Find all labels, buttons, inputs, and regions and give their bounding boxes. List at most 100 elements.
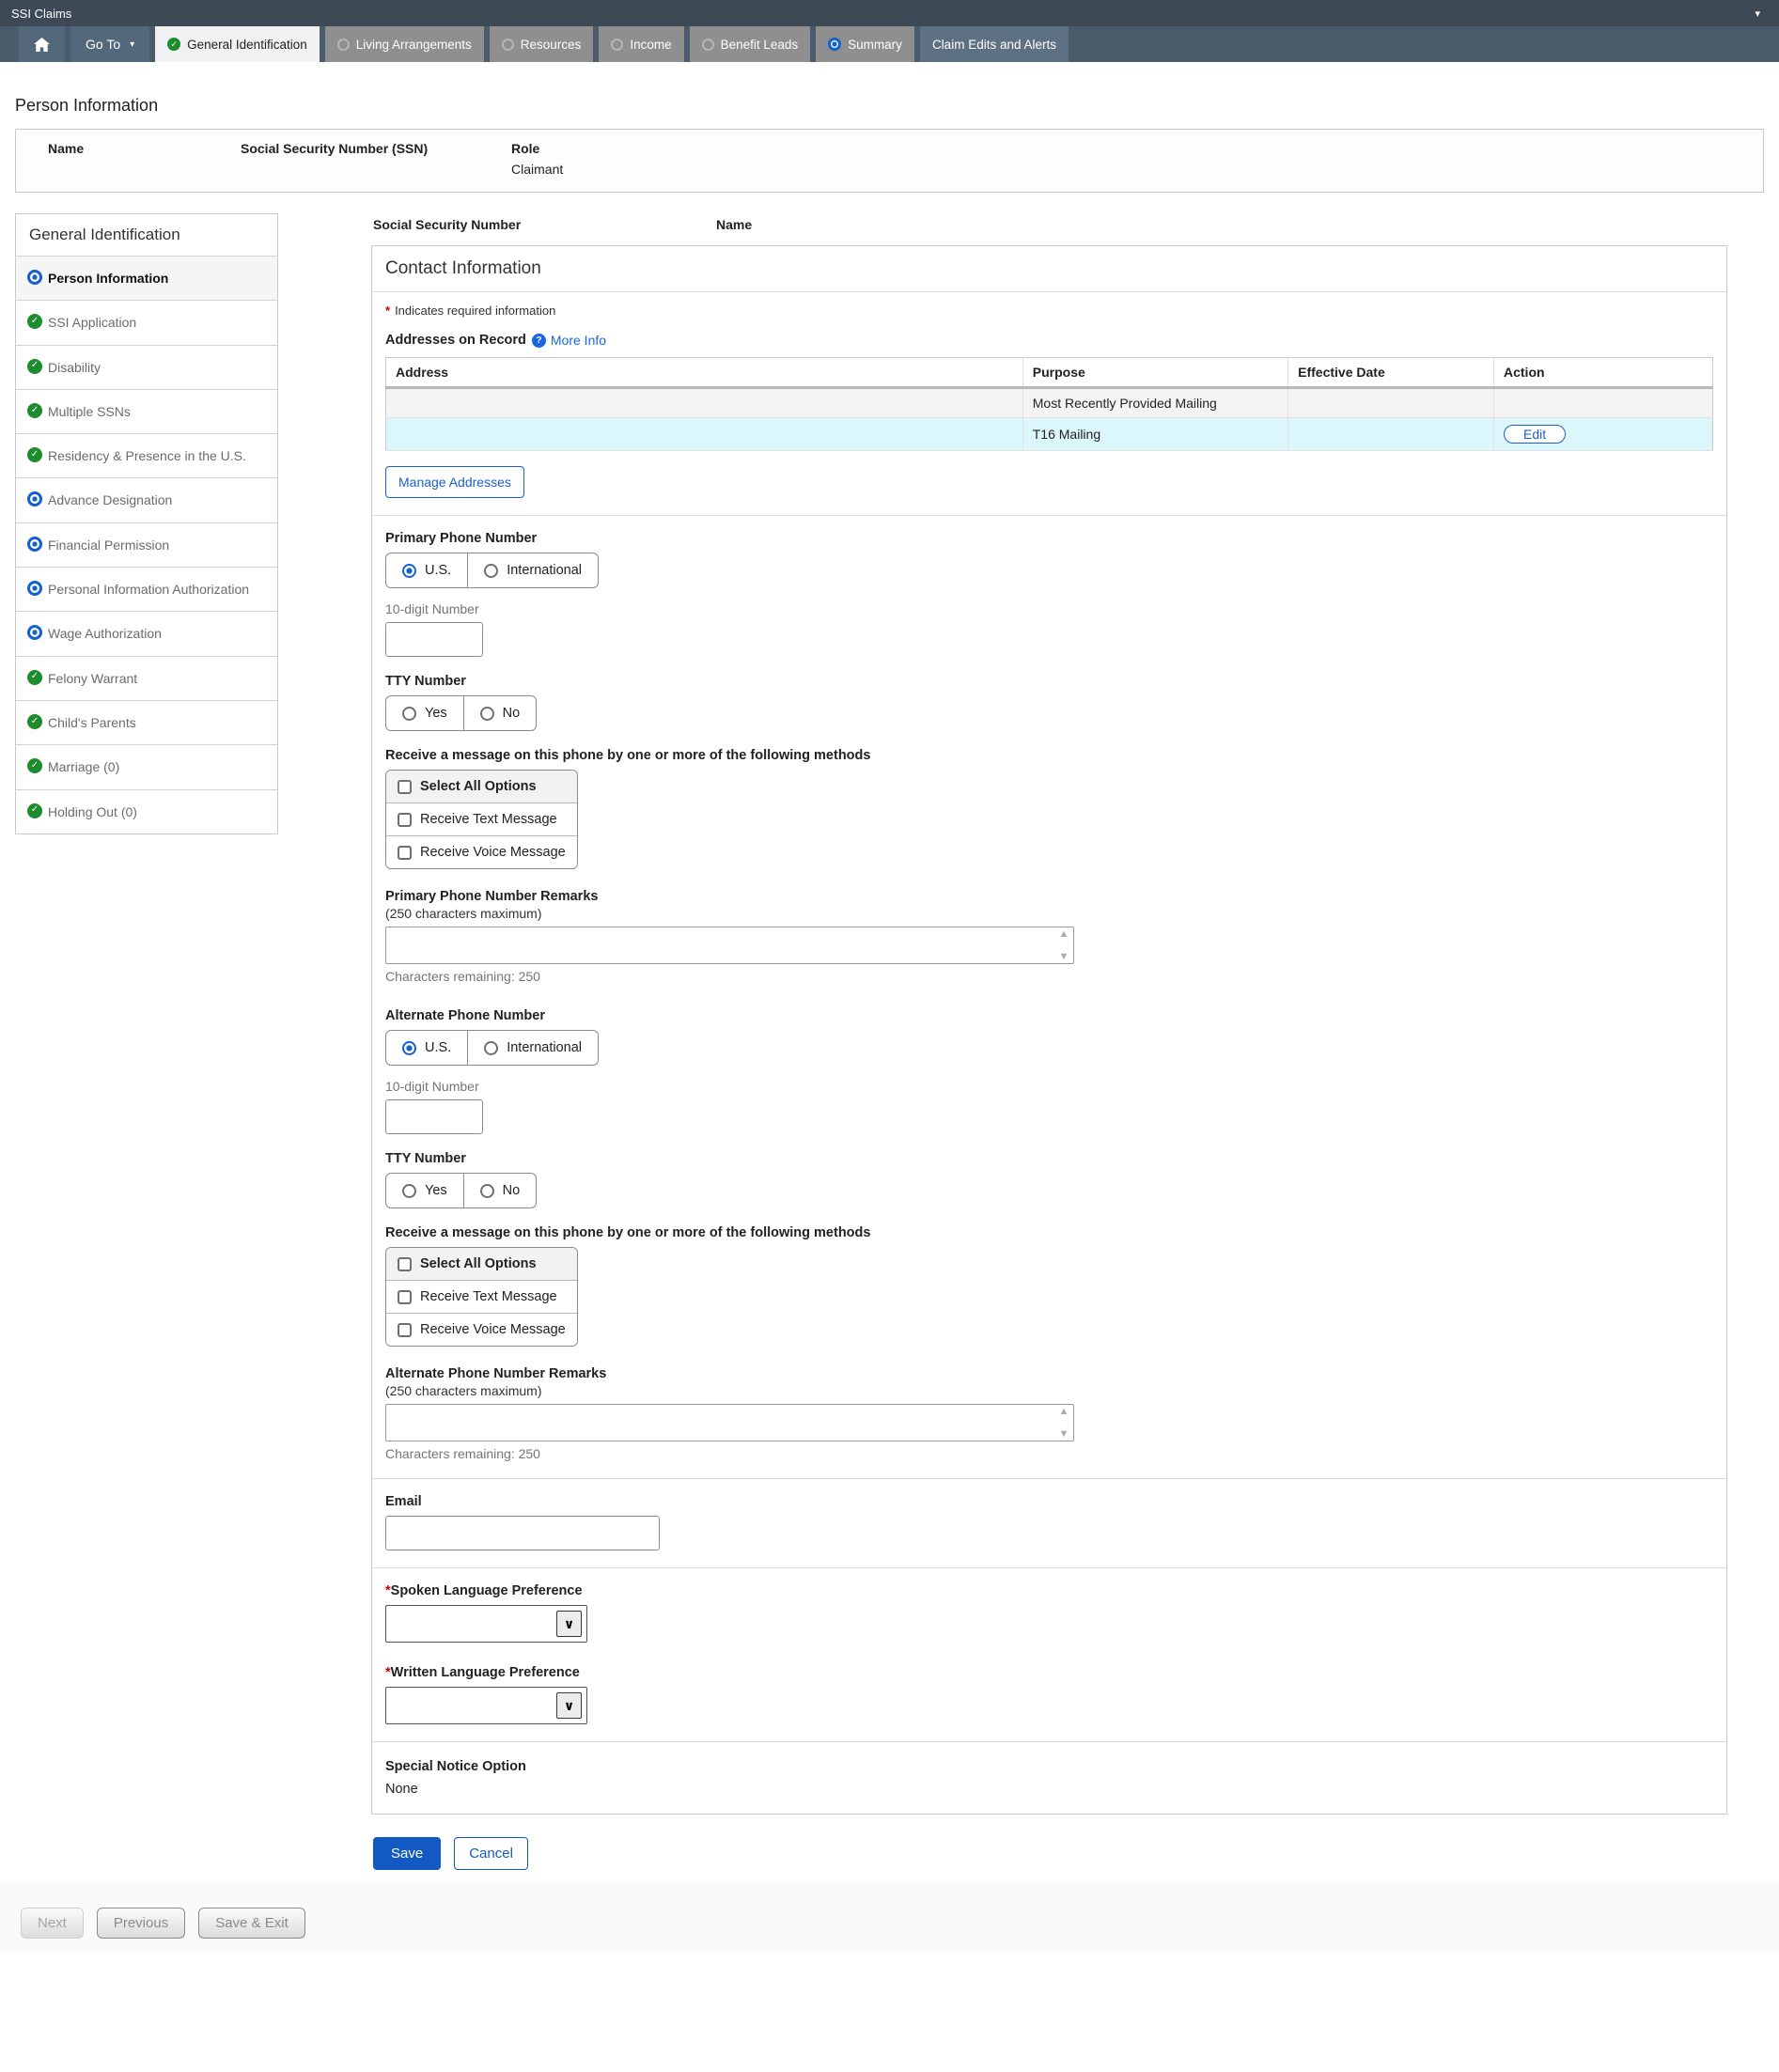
spoken-language-label-text: Spoken Language Preference (391, 1583, 583, 1598)
radio-icon (402, 1184, 416, 1198)
primary-text-message-checkbox[interactable]: Receive Text Message (386, 802, 577, 835)
special-notice-value: None (385, 1782, 1713, 1797)
sidebar-item-multiple-ssns[interactable]: ✓ Multiple SSNs (16, 389, 277, 433)
sidebar-item-label: Financial Permission (46, 536, 169, 554)
alternate-phone-international-option[interactable]: International (467, 1031, 598, 1065)
scroll-down-icon[interactable]: ▼ (1059, 1429, 1069, 1439)
ssn-header-label: Social Security Number (373, 217, 716, 232)
primary-remarks-textarea[interactable] (386, 927, 1054, 963)
tab-label: Summary (848, 38, 902, 52)
primary-phone-heading: Primary Phone Number (385, 531, 1713, 546)
sidebar-item-holding-out[interactable]: ✓ Holding Out (0) (16, 789, 277, 833)
home-button[interactable] (19, 26, 65, 62)
sidebar-item-ssi-application[interactable]: ✓ SSI Application (16, 300, 277, 344)
home-icon (34, 38, 50, 52)
address-cell (386, 388, 1023, 418)
more-info-link[interactable]: ? More Info (532, 333, 606, 348)
scroll-down-icon[interactable]: ▼ (1059, 952, 1069, 961)
scroll-up-icon[interactable]: ▲ (1059, 929, 1069, 939)
textarea-scrollbar[interactable]: ▲ ▼ (1055, 928, 1072, 962)
role-column-value: Claimant (511, 162, 563, 177)
primary-chars-remaining: Characters remaining: 250 (385, 969, 1713, 984)
primary-remarks-heading: Primary Phone Number Remarks (385, 889, 1713, 904)
email-label: Email (385, 1494, 1713, 1509)
primary-tty-yes-option[interactable]: Yes (386, 696, 463, 730)
in-progress-icon (27, 537, 42, 552)
tab-claim-edits-and-alerts[interactable]: Claim Edits and Alerts (920, 26, 1069, 62)
sidebar-item-advance-designation[interactable]: Advance Designation (16, 477, 277, 522)
scroll-up-icon[interactable]: ▲ (1059, 1407, 1069, 1416)
alternate-text-message-checkbox[interactable]: Receive Text Message (386, 1280, 577, 1313)
sidebar-item-personal-information-authorization[interactable]: Personal Information Authorization (16, 567, 277, 611)
primary-phone-us-option[interactable]: U.S. (386, 553, 467, 587)
empty-circle-icon (337, 39, 350, 51)
radio-label: Yes (425, 706, 447, 721)
primary-tty-no-option[interactable]: No (463, 696, 537, 730)
primary-phone-international-option[interactable]: International (467, 553, 598, 587)
role-column-label: Role (511, 141, 563, 156)
sidebar-item-childs-parents[interactable]: ✓ Child's Parents (16, 700, 277, 744)
alternate-phone-us-option[interactable]: U.S. (386, 1031, 467, 1065)
written-language-label-text: Written Language Preference (391, 1665, 580, 1680)
alternate-number-label: 10-digit Number (385, 1079, 1713, 1094)
contact-information-panel: Contact Information *Indicates required … (371, 245, 1727, 1815)
alternate-tty-yes-option[interactable]: Yes (386, 1174, 463, 1207)
primary-select-all-checkbox[interactable]: Select All Options (386, 771, 577, 802)
tab-benefit-leads[interactable]: Benefit Leads (690, 26, 811, 62)
tab-summary[interactable]: Summary (816, 26, 914, 62)
appbar-dropdown-caret-icon[interactable]: ▾ (1747, 8, 1768, 20)
next-button[interactable]: Next (21, 1908, 84, 1939)
save-and-exit-button[interactable]: Save & Exit (198, 1908, 305, 1939)
textarea-scrollbar[interactable]: ▲ ▼ (1055, 1406, 1072, 1440)
sidebar-item-label: Felony Warrant (46, 669, 137, 688)
alternate-tty-no-option[interactable]: No (463, 1174, 537, 1207)
checkbox-icon (398, 813, 412, 827)
spoken-language-select[interactable]: ∨ (385, 1605, 587, 1643)
address-cell (386, 418, 1023, 451)
radio-icon (484, 1041, 498, 1055)
primary-phone-number-input[interactable] (385, 622, 483, 657)
alternate-methods-checkbox-group: Select All Options Receive Text Message … (385, 1247, 578, 1347)
page-title: Person Information (15, 96, 1764, 116)
check-circle-icon: ✓ (27, 670, 42, 685)
sidebar-item-wage-authorization[interactable]: Wage Authorization (16, 611, 277, 655)
sidebar-item-marriage[interactable]: ✓ Marriage (0) (16, 744, 277, 788)
tab-resources[interactable]: Resources (490, 26, 594, 62)
cancel-button[interactable]: Cancel (454, 1837, 528, 1870)
checkbox-label: Receive Text Message (420, 812, 557, 827)
previous-button[interactable]: Previous (97, 1908, 185, 1939)
alternate-remarks-textarea[interactable] (386, 1405, 1054, 1441)
manage-addresses-button[interactable]: Manage Addresses (385, 466, 524, 498)
more-info-label: More Info (551, 333, 606, 348)
sidebar-item-person-information[interactable]: Person Information (16, 256, 277, 300)
primary-voice-message-checkbox[interactable]: Receive Voice Message (386, 835, 577, 868)
radio-label: Yes (425, 1183, 447, 1198)
sidebar-item-disability[interactable]: ✓ Disability (16, 345, 277, 389)
written-language-select[interactable]: ∨ (385, 1687, 587, 1724)
primary-remarks-hint: (250 characters maximum) (385, 906, 1713, 921)
sidebar-item-financial-permission[interactable]: Financial Permission (16, 522, 277, 567)
required-note: *Indicates required information (385, 304, 1713, 318)
go-to-menu-button[interactable]: Go To ▾ (70, 26, 149, 62)
app-title: SSI Claims (11, 7, 71, 21)
select-dropdown-arrow-icon: ∨ (556, 1692, 582, 1719)
save-button[interactable]: Save (373, 1837, 441, 1870)
alternate-voice-message-checkbox[interactable]: Receive Voice Message (386, 1313, 577, 1346)
radio-label: U.S. (425, 1040, 451, 1055)
sidebar-item-felony-warrant[interactable]: ✓ Felony Warrant (16, 656, 277, 700)
radio-label: No (503, 1183, 521, 1198)
checkbox-label: Receive Text Message (420, 1289, 557, 1304)
sidebar-item-residency-presence[interactable]: ✓ Residency & Presence in the U.S. (16, 433, 277, 477)
check-circle-icon: ✓ (27, 314, 42, 329)
empty-circle-icon (502, 39, 514, 51)
email-field[interactable] (385, 1516, 660, 1550)
addresses-on-record-heading: Addresses on Record ? More Info (385, 333, 1713, 348)
checkbox-label: Select All Options (420, 779, 537, 794)
tab-income[interactable]: Income (599, 26, 683, 62)
alternate-phone-number-input[interactable] (385, 1099, 483, 1134)
alternate-select-all-checkbox[interactable]: Select All Options (386, 1248, 577, 1280)
tab-general-identification[interactable]: ✓ General Identification (155, 26, 320, 62)
check-circle-icon: ✓ (27, 359, 42, 374)
edit-address-button[interactable]: Edit (1504, 425, 1566, 444)
tab-living-arrangements[interactable]: Living Arrangements (325, 26, 484, 62)
